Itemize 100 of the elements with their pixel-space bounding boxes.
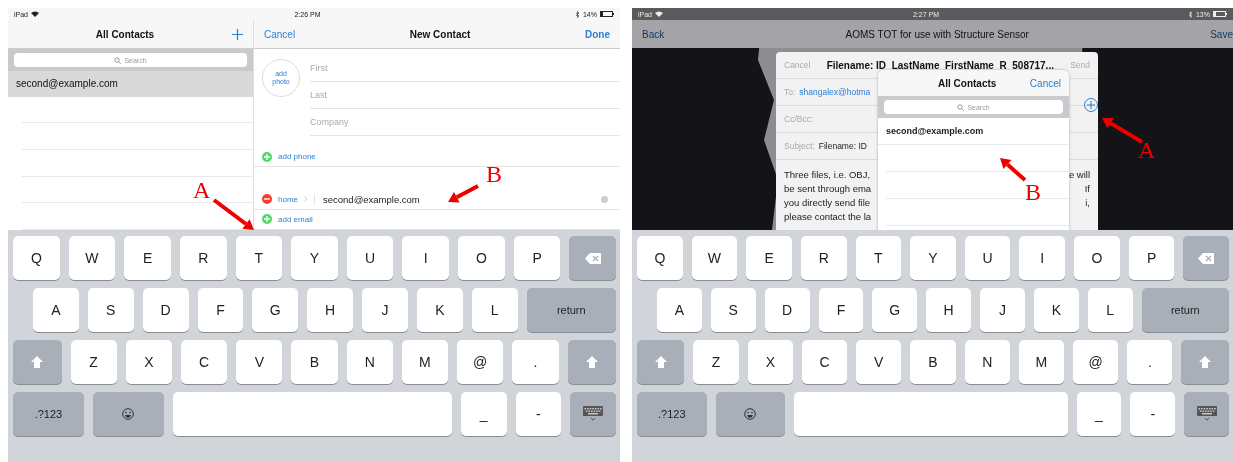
key[interactable]: . xyxy=(512,340,559,384)
contact-row[interactable]: second@example.com xyxy=(8,71,253,97)
key[interactable]: X xyxy=(125,340,172,384)
key[interactable]: F xyxy=(818,288,864,332)
done-button[interactable]: Done xyxy=(585,28,610,40)
key[interactable]: A xyxy=(33,288,79,332)
key[interactable]: K xyxy=(416,288,463,332)
key[interactable]: R xyxy=(179,236,227,280)
key[interactable]: P xyxy=(1128,236,1175,280)
key[interactable]: I xyxy=(402,236,450,280)
key[interactable]: U xyxy=(346,236,394,280)
key[interactable]: N xyxy=(346,340,393,384)
key[interactable]: O xyxy=(458,236,505,280)
key[interactable]: C xyxy=(801,340,848,384)
key[interactable]: @ xyxy=(1073,340,1119,384)
key[interactable]: . xyxy=(1127,340,1173,384)
key[interactable]: Q xyxy=(637,236,683,280)
recipient-address[interactable]: shangalex@hotma xyxy=(799,87,871,97)
key[interactable]: E xyxy=(746,236,792,280)
return-key[interactable]: return xyxy=(526,288,616,332)
delete-key[interactable] xyxy=(569,236,617,280)
back-button[interactable]: Back xyxy=(642,28,665,40)
shift-key[interactable] xyxy=(13,340,62,384)
key[interactable]: X xyxy=(747,340,793,384)
add-phone-link[interactable]: add phone xyxy=(278,152,316,162)
key[interactable]: P xyxy=(513,236,561,280)
key[interactable]: S xyxy=(710,288,756,332)
label-selector[interactable]: home xyxy=(278,194,298,204)
contact-row[interactable]: second@example.com xyxy=(878,118,1069,145)
key[interactable]: J xyxy=(362,288,408,332)
key[interactable]: _ xyxy=(1076,392,1122,436)
cc-bcc-label: Cc/Bcc: xyxy=(784,114,814,124)
number-mode-key[interactable]: .?123 xyxy=(637,392,707,436)
add-contact-button[interactable] xyxy=(1084,98,1098,112)
keyboard-hide-icon xyxy=(583,406,604,422)
to-label: To: xyxy=(784,87,796,97)
key[interactable]: M xyxy=(401,340,449,384)
smiley-icon xyxy=(122,408,135,420)
key[interactable]: A xyxy=(657,288,702,332)
clear-icon[interactable] xyxy=(601,195,608,203)
battery-icon xyxy=(600,11,614,17)
key[interactable]: T xyxy=(235,236,283,280)
number-mode-key[interactable]: .?123 xyxy=(13,392,84,436)
key[interactable]: B xyxy=(291,340,338,384)
key[interactable]: J xyxy=(980,288,1025,332)
shift-key[interactable] xyxy=(567,340,617,384)
arrow xyxy=(1000,158,1027,182)
hide-keyboard-key[interactable] xyxy=(570,392,616,436)
key[interactable]: K xyxy=(1033,288,1079,332)
key[interactable]: Z xyxy=(70,340,117,384)
key[interactable]: I xyxy=(1019,236,1066,280)
key[interactable]: H xyxy=(926,288,972,332)
key[interactable]: G xyxy=(872,288,918,332)
key[interactable]: Q xyxy=(13,236,60,280)
key[interactable]: M xyxy=(1018,340,1064,384)
key[interactable]: D xyxy=(142,288,189,332)
add-icon xyxy=(262,151,272,162)
key[interactable]: B xyxy=(910,340,956,384)
cancel-button[interactable]: Cancel xyxy=(264,28,296,40)
emoji-key[interactable] xyxy=(715,392,785,436)
emoji-key[interactable] xyxy=(92,392,164,436)
shift-key[interactable] xyxy=(637,340,685,384)
key[interactable]: F xyxy=(197,288,244,332)
delete-key[interactable] xyxy=(1183,236,1230,280)
body-text: i, xyxy=(1085,196,1090,210)
save-button[interactable]: Save xyxy=(1210,28,1233,40)
key[interactable]: G xyxy=(252,288,299,332)
key[interactable]: V xyxy=(236,340,283,384)
shift-arrow-icon xyxy=(585,356,598,368)
key[interactable]: L xyxy=(1087,288,1133,332)
hide-keyboard-key[interactable] xyxy=(1184,392,1230,436)
key[interactable]: N xyxy=(964,340,1010,384)
key[interactable]: W xyxy=(691,236,738,280)
body-text: Three files, i.e. OBJ, xyxy=(784,168,871,182)
key[interactable]: H xyxy=(307,288,354,332)
cancel-button[interactable]: Cancel xyxy=(1029,77,1061,89)
plus-icon[interactable] xyxy=(232,28,243,40)
key[interactable]: O xyxy=(1074,236,1120,280)
key[interactable]: @ xyxy=(457,340,504,384)
key[interactable]: W xyxy=(68,236,116,280)
key[interactable]: R xyxy=(800,236,847,280)
key[interactable]: Y xyxy=(291,236,338,280)
key[interactable]: _ xyxy=(460,392,507,436)
return-key[interactable]: return xyxy=(1141,288,1230,332)
key[interactable]: - xyxy=(515,392,562,436)
key[interactable]: V xyxy=(856,340,902,384)
add-email-link[interactable]: add email xyxy=(278,214,313,224)
key[interactable]: U xyxy=(964,236,1011,280)
key[interactable]: T xyxy=(855,236,902,280)
key[interactable]: E xyxy=(124,236,171,280)
key[interactable]: S xyxy=(87,288,134,332)
key[interactable]: - xyxy=(1130,392,1176,436)
key[interactable]: D xyxy=(764,288,810,332)
key[interactable]: Z xyxy=(693,340,739,384)
popover-title: All Contacts xyxy=(938,77,997,89)
key[interactable]: L xyxy=(471,288,518,332)
key[interactable]: C xyxy=(180,340,228,384)
key[interactable]: Y xyxy=(910,236,956,280)
backspace-icon xyxy=(1198,252,1215,264)
shift-key[interactable] xyxy=(1181,340,1229,384)
